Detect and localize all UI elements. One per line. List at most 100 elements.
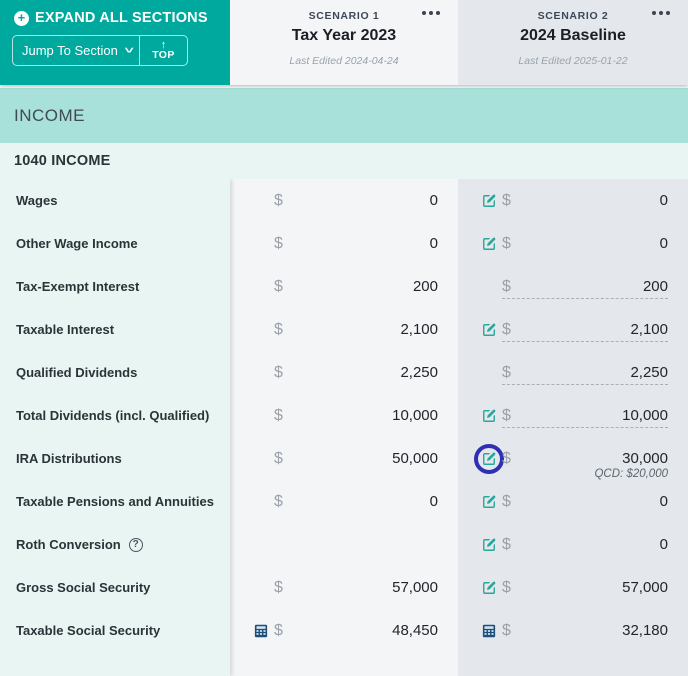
value-cell: $10,000	[230, 394, 458, 437]
table-row: $0	[230, 179, 458, 222]
table-row-label: Wages	[0, 179, 230, 222]
value-text: 0	[429, 493, 438, 510]
jump-to-section-label: Jump To Section	[22, 43, 118, 58]
currency-symbol: $	[274, 277, 283, 295]
row-label: Roth Conversion?	[0, 536, 230, 553]
question-mark-circle-icon[interactable]: ?	[128, 537, 143, 552]
scroll-to-top-button[interactable]: ↑ TOP	[139, 36, 187, 65]
value-input[interactable]: 2,100	[515, 321, 668, 338]
value-cell[interactable]: $10,000	[458, 394, 688, 437]
value-cell: $0	[458, 179, 688, 222]
row-label: IRA Distributions	[0, 450, 230, 467]
edit-icon[interactable]	[482, 409, 496, 423]
value-text: 2,250	[400, 364, 438, 381]
icon-slot	[458, 237, 502, 251]
value-cell[interactable]: $2,100	[458, 308, 688, 351]
value-field: $10,000	[274, 394, 438, 437]
icon-slot	[458, 323, 502, 337]
header-controls-panel: + EXPAND ALL SECTIONS Jump To Section ˅ …	[0, 0, 230, 85]
value-cell: $57,000	[230, 566, 458, 609]
table-row: $0	[458, 222, 688, 265]
currency-symbol: $	[274, 621, 283, 639]
income-section-banner[interactable]: INCOME	[0, 88, 688, 143]
value-field: $0	[502, 222, 668, 265]
row-label: Gross Social Security	[0, 579, 230, 596]
1040-income-subsection-header[interactable]: 1040 INCOME	[0, 143, 688, 179]
jump-controls-group: Jump To Section ˅ ↑ TOP	[12, 35, 188, 66]
value-field: $200	[274, 265, 438, 308]
edit-icon[interactable]	[482, 237, 496, 251]
value-text: 48,450	[392, 622, 438, 639]
scenario-2-title: 2024 Baseline	[520, 27, 626, 44]
value-cell: $2,250	[230, 351, 458, 394]
table-row: $0	[458, 523, 688, 566]
currency-symbol: $	[274, 191, 283, 209]
value-field: $57,000	[274, 566, 438, 609]
table-row: $2,250	[458, 351, 688, 394]
table-row: $0	[230, 222, 458, 265]
currency-symbol: $	[502, 191, 511, 209]
edit-icon[interactable]	[482, 581, 496, 595]
table-row: $48,450	[230, 609, 458, 652]
scenario-1-value-column: $0 $0 $200 $2,100 $2,250 $10,000 $50,000 $0 $57,…	[230, 179, 458, 676]
row-label-text: Roth Conversion	[16, 536, 121, 552]
value-cell: $0	[458, 480, 688, 523]
value-input[interactable]: 10,000	[515, 407, 668, 424]
edit-icon[interactable]	[482, 538, 496, 552]
currency-symbol: $	[502, 277, 511, 295]
value-input[interactable]: 200	[515, 278, 668, 295]
jump-to-section-select[interactable]: Jump To Section ˅	[13, 36, 139, 65]
value-cell[interactable]: $200	[458, 265, 688, 308]
currency-symbol: $	[502, 578, 511, 596]
currency-symbol: $	[502, 234, 511, 252]
value-field[interactable]: $2,250	[502, 351, 668, 394]
currency-symbol: $	[274, 578, 283, 596]
scenario-2-value-column: $0 $0 $200 $2,100 $2,250 $10,000 $30,000 QCD: $…	[458, 179, 688, 676]
row-label-text: Other Wage Income	[16, 235, 138, 251]
value-cell: $50,000	[230, 437, 458, 480]
value-input[interactable]: 2,250	[515, 364, 668, 381]
scenario-1-menu-button[interactable]	[422, 11, 440, 15]
table-row: $200	[230, 265, 458, 308]
table-row: $57,000	[458, 566, 688, 609]
row-label: Taxable Social Security	[0, 622, 230, 639]
edit-icon[interactable]	[482, 323, 496, 337]
value-cell: $0	[230, 222, 458, 265]
income-section-title: INCOME	[14, 105, 85, 125]
scenario-2-menu-button[interactable]	[652, 11, 670, 15]
icon-slot	[458, 538, 502, 552]
expand-all-sections-label: EXPAND ALL SECTIONS	[35, 10, 208, 26]
table-row: $0	[230, 480, 458, 523]
table-row-label: Roth Conversion?	[0, 523, 230, 566]
edit-icon[interactable]	[482, 194, 496, 208]
table-row: $10,000	[230, 394, 458, 437]
value-text: 10,000	[392, 407, 438, 424]
row-label-text: Total Dividends (incl. Qualified)	[16, 407, 210, 423]
value-text: 0	[429, 192, 438, 209]
row-label-text: IRA Distributions	[16, 450, 122, 466]
value-cell: $0	[458, 222, 688, 265]
scenario-2-header[interactable]: SCENARIO 2 2024 Baseline Last Edited 202…	[458, 0, 688, 85]
edit-icon[interactable]	[474, 443, 504, 474]
scenario-1-header[interactable]: SCENARIO 1 Tax Year 2023 Last Edited 202…	[230, 0, 458, 85]
top-header: + EXPAND ALL SECTIONS Jump To Section ˅ …	[0, 0, 688, 85]
table-row: $2,100	[230, 308, 458, 351]
icon-slot	[458, 624, 502, 638]
value-field[interactable]: $2,100	[502, 308, 668, 351]
value-text: 0	[659, 536, 668, 553]
value-field[interactable]: $200	[502, 265, 668, 308]
edit-icon[interactable]	[482, 495, 496, 509]
value-field: $2,250	[274, 351, 438, 394]
row-label-text: Taxable Interest	[16, 321, 115, 337]
table-row: $0	[458, 480, 688, 523]
currency-symbol: $	[502, 492, 511, 510]
row-label-text: Gross Social Security	[16, 579, 151, 595]
value-cell[interactable]: $2,250	[458, 351, 688, 394]
expand-all-sections-button[interactable]: + EXPAND ALL SECTIONS	[14, 10, 218, 26]
value-cell: $48,450	[230, 609, 458, 652]
value-field: $48,450	[274, 609, 438, 652]
icon-slot	[458, 409, 502, 423]
value-field[interactable]: $10,000	[502, 394, 668, 437]
icon-slot	[230, 624, 274, 638]
currency-symbol: $	[502, 621, 511, 639]
